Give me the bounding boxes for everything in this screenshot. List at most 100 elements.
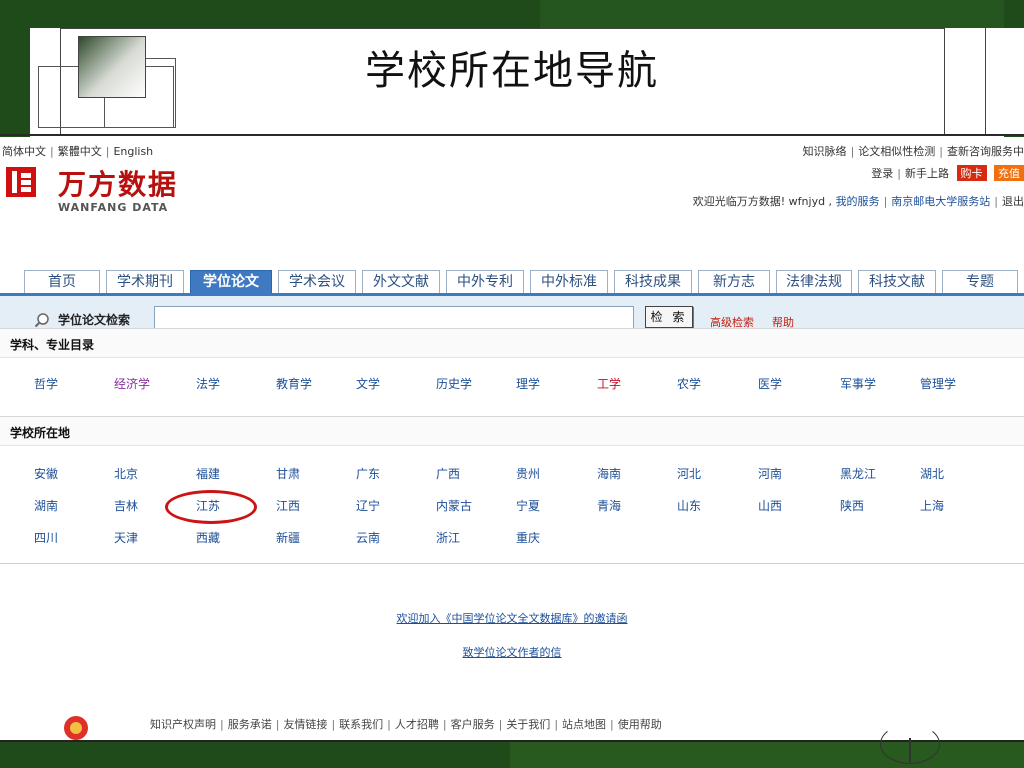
decor-band [510,742,1024,768]
wanfang-logo-icon[interactable] [6,167,36,197]
location-link[interactable]: 陕西 [840,497,864,514]
subject-link[interactable]: 工学 [597,375,621,392]
lang-traditional[interactable]: 繁體中文 [58,145,102,158]
account-links: 登录 | 新手上路 购卡 充值 [871,165,1024,181]
subject-link[interactable]: 军事学 [840,375,876,392]
location-link[interactable]: 辽宁 [356,497,380,514]
tab-home[interactable]: 首页 [24,270,100,294]
location-link[interactable]: 北京 [114,465,138,482]
location-link[interactable]: 新疆 [276,529,300,546]
invite-link[interactable]: 欢迎加入《中国学位论文全文数据库》的邀请函 [397,612,628,625]
tab-topics[interactable]: 专题 [942,270,1018,294]
location-link[interactable]: 青海 [597,497,621,514]
tab-foreign[interactable]: 外文文献 [362,270,440,294]
location-link[interactable]: 山西 [758,497,782,514]
location-link[interactable]: 河北 [677,465,701,482]
subject-link[interactable]: 文学 [356,375,380,392]
footer-link[interactable]: 人才招聘 [395,718,439,731]
search-input[interactable] [154,306,634,330]
location-section-header: 学校所在地 [0,416,1024,446]
location-link[interactable]: 湖南 [34,497,58,514]
decor-band [540,0,1024,28]
decor-line [909,738,911,762]
location-link[interactable]: 天津 [114,529,138,546]
subject-link[interactable]: 理学 [516,375,540,392]
logout-link[interactable]: 退出 [1002,195,1024,208]
welcome-line: 欢迎光临万方数据! wfnjyd , 我的服务 | 南京邮电大学服务站 | 退出 [692,195,1024,208]
footer-link[interactable]: 知识产权声明 [150,718,216,731]
location-link[interactable]: 宁夏 [516,497,540,514]
subject-link[interactable]: 管理学 [920,375,956,392]
location-link[interactable]: 山东 [677,497,701,514]
location-link[interactable]: 浙江 [436,529,460,546]
guide-link[interactable]: 新手上路 [905,167,949,180]
my-service-link[interactable]: 我的服务 [836,195,880,208]
logo-text[interactable]: 万方数据 [58,163,178,203]
location-link[interactable]: 吉林 [114,497,138,514]
site-header: 简体中文 | 繁體中文 | English 万方数据 WANFANG DATA 知识脉络… [0,137,1024,240]
link-consult[interactable]: 查新咨询服务中 [947,145,1024,158]
subject-link[interactable]: 教育学 [276,375,312,392]
location-link[interactable]: 福建 [196,465,220,482]
lang-simplified[interactable]: 简体中文 [2,145,46,158]
location-link[interactable]: 江西 [276,497,300,514]
location-link[interactable]: 黑龙江 [840,465,876,482]
tab-dissertations[interactable]: 学位论文 [190,270,272,294]
link-similarity[interactable]: 论文相似性检测 [858,145,935,158]
footer-link[interactable]: 服务承诺 [228,718,272,731]
location-link[interactable]: 广西 [436,465,460,482]
subject-link[interactable]: 哲学 [34,375,58,392]
divider [0,563,1024,564]
search-button[interactable]: 检 索 [645,306,693,328]
slide-title: 学校所在地导航 [365,48,659,94]
footer-links: 知识产权声明 | 服务承诺 | 友情链接 | 联系我们 | 人才招聘 | 客户服务 | 关于我们 | 站点地… [150,718,662,731]
subject-link[interactable]: 历史学 [436,375,472,392]
tab-sci-docs[interactable]: 科技文献 [858,270,936,294]
location-section-title: 学校所在地 [10,426,71,440]
buy-card-button[interactable]: 购卡 [956,165,987,181]
tab-patents[interactable]: 中外专利 [446,270,524,294]
language-switcher: 简体中文 | 繁體中文 | English [2,145,154,158]
decor-line [60,28,945,29]
subject-link[interactable]: 法学 [196,375,220,392]
location-link[interactable]: 内蒙古 [436,497,472,514]
subject-link[interactable]: 经济学 [114,375,150,392]
location-link[interactable]: 安徽 [34,465,58,482]
location-link[interactable]: 贵州 [516,465,540,482]
location-link[interactable]: 河南 [758,465,782,482]
location-link[interactable]: 上海 [920,497,944,514]
location-link[interactable]: 海南 [597,465,621,482]
lang-english[interactable]: English [113,145,153,158]
invite-row: 欢迎加入《中国学位论文全文数据库》的邀请函 [0,610,1024,626]
subject-link[interactable]: 农学 [677,375,701,392]
login-link[interactable]: 登录 [871,167,893,180]
search-label: 学位论文检索 [58,313,131,327]
footer-link[interactable]: 友情链接 [283,718,327,731]
welcome-text: 欢迎光临万方数据! wfnjyd , [692,195,833,208]
location-link[interactable]: 西藏 [196,529,220,546]
tab-law[interactable]: 法律法规 [776,270,852,294]
footer-link[interactable]: 站点地图 [562,718,606,731]
footer-link[interactable]: 联系我们 [339,718,383,731]
footer-link[interactable]: 关于我们 [506,718,550,731]
tab-achievements[interactable]: 科技成果 [614,270,692,294]
location-link[interactable]: 云南 [356,529,380,546]
location-link[interactable]: 甘肃 [276,465,300,482]
tab-standards[interactable]: 中外标准 [530,270,608,294]
recharge-button[interactable]: 充值 [994,165,1024,181]
letter-link[interactable]: 致学位论文作者的信 [463,646,562,659]
location-link[interactable]: 重庆 [516,529,540,546]
slide-header: 学校所在地导航 [0,0,1024,137]
highlight-circle [165,490,257,524]
tab-conferences[interactable]: 学术会议 [278,270,356,294]
tab-journals[interactable]: 学术期刊 [106,270,184,294]
tab-local-records[interactable]: 新方志 [698,270,770,294]
location-link[interactable]: 广东 [356,465,380,482]
station-link[interactable]: 南京邮电大学服务站 [891,195,990,208]
subject-link[interactable]: 医学 [758,375,782,392]
link-knowledge[interactable]: 知识脉络 [803,145,847,158]
location-link[interactable]: 湖北 [920,465,944,482]
footer-link[interactable]: 使用帮助 [618,718,662,731]
footer-link[interactable]: 客户服务 [451,718,495,731]
location-link[interactable]: 四川 [34,529,58,546]
